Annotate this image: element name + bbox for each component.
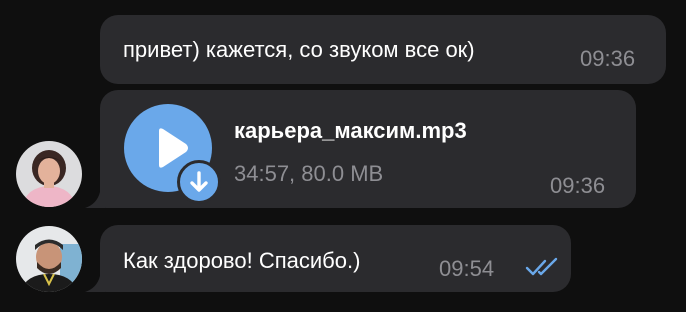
avatar-image xyxy=(16,141,82,207)
message-time: 09:36 xyxy=(580,46,636,71)
file-name[interactable]: карьера_максим.mp3 xyxy=(234,118,467,144)
message-text: Как здорово! Спасибо.) xyxy=(123,248,361,273)
avatar-image xyxy=(16,226,82,292)
message-time: 09:36 xyxy=(550,173,606,198)
file-meta: 34:57, 80.0 MB xyxy=(234,161,384,186)
message-time: 09:54 xyxy=(439,256,495,281)
bubble-tail xyxy=(85,192,105,208)
bubble-tail xyxy=(85,276,105,292)
double-check-icon xyxy=(525,257,558,276)
download-button[interactable] xyxy=(177,160,221,204)
avatar[interactable] xyxy=(16,226,82,292)
download-arrow-icon xyxy=(190,171,208,192)
message-text: привет) кажется, со звуком все ок) xyxy=(123,37,475,62)
avatar[interactable] xyxy=(16,141,82,207)
